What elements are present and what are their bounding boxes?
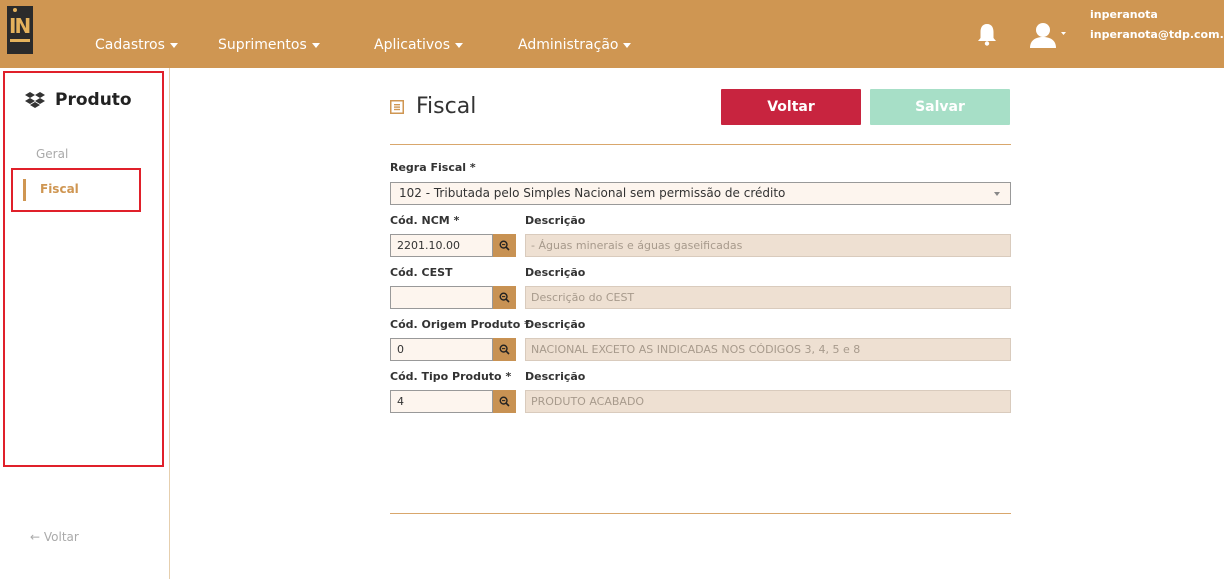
ncm-label: Cód. NCM *: [390, 214, 460, 227]
nav-cadastros[interactable]: Cadastros: [95, 37, 178, 53]
save-button[interactable]: Salvar: [870, 89, 1010, 125]
page-title: Fiscal: [390, 94, 476, 119]
page-title-text: Fiscal: [416, 94, 477, 119]
divider-top: [390, 144, 1011, 145]
sidebar-title: Produto: [25, 90, 132, 110]
logo-dot: [13, 8, 17, 12]
app-logo[interactable]: IN: [7, 6, 33, 54]
nav-suprimentos[interactable]: Suprimentos: [218, 37, 320, 53]
sidebar-back-link[interactable]: ← Voltar: [30, 530, 79, 544]
chevron-down-icon: [455, 42, 464, 48]
dropbox-icon: [25, 92, 45, 108]
origem-desc-label: Descrição: [525, 318, 586, 331]
nav-administracao-label: Administração: [518, 37, 619, 53]
user-name: inperanota: [1090, 8, 1158, 21]
sidebar: Produto Geral Fiscal ← Voltar: [0, 68, 170, 579]
nav-administracao[interactable]: Administração: [518, 37, 632, 53]
chevron-down-icon: [169, 42, 178, 48]
sidebar-title-label: Produto: [55, 90, 132, 110]
search-icon: [499, 292, 510, 303]
cest-label: Cód. CEST: [390, 266, 453, 279]
search-icon: [499, 344, 510, 355]
origem-description: NACIONAL EXCETO AS INDICADAS NOS CÓDIGOS…: [525, 338, 1011, 361]
divider-bottom: [390, 513, 1011, 514]
active-indicator: [23, 179, 26, 201]
regra-fiscal-value: 102 - Tributada pelo Simples Nacional se…: [399, 186, 786, 200]
chevron-down-icon: [623, 42, 632, 48]
regra-fiscal-select[interactable]: 102 - Tributada pelo Simples Nacional se…: [390, 182, 1011, 205]
ncm-search-button[interactable]: [493, 234, 516, 257]
regra-fiscal-label: Regra Fiscal *: [390, 161, 476, 174]
ncm-desc-label: Descrição: [525, 214, 586, 227]
nav-suprimentos-label: Suprimentos: [218, 37, 307, 53]
logo-text: IN: [9, 14, 31, 38]
tipo-label: Cód. Tipo Produto *: [390, 370, 512, 383]
back-button[interactable]: Voltar: [721, 89, 861, 125]
user-icon[interactable]: [1030, 22, 1066, 48]
nav-aplicativos[interactable]: Aplicativos: [374, 37, 464, 53]
chevron-down-icon: [994, 192, 1000, 196]
sidebar-item-geral[interactable]: Geral: [36, 147, 68, 161]
sidebar-highlight-outline: [3, 71, 164, 467]
cest-description: Descrição do CEST: [525, 286, 1011, 309]
tipo-search-button[interactable]: [493, 390, 516, 413]
search-icon: [499, 240, 510, 251]
ncm-description: - Águas minerais e águas gaseificadas: [525, 234, 1011, 257]
tipo-desc-label: Descrição: [525, 370, 586, 383]
chevron-down-icon: [311, 42, 320, 48]
top-navbar: IN Cadastros Suprimentos Aplicativos Adm…: [0, 0, 1224, 68]
nav-cadastros-label: Cadastros: [95, 37, 165, 53]
origem-input[interactable]: 0: [390, 338, 493, 361]
document-icon: [390, 99, 404, 114]
cest-search-button[interactable]: [493, 286, 516, 309]
sidebar-item-fiscal-label: Fiscal: [40, 182, 79, 196]
cest-desc-label: Descrição: [525, 266, 586, 279]
user-email: inperanota@tdp.com.br: [1090, 28, 1224, 41]
sidebar-item-fiscal[interactable]: Fiscal: [11, 168, 141, 212]
nav-aplicativos-label: Aplicativos: [374, 37, 451, 53]
ncm-input[interactable]: 2201.10.00: [390, 234, 493, 257]
search-icon: [499, 396, 510, 407]
origem-search-button[interactable]: [493, 338, 516, 361]
bell-icon[interactable]: [976, 22, 998, 46]
cest-input[interactable]: [390, 286, 493, 309]
tipo-description: PRODUTO ACABADO: [525, 390, 1011, 413]
logo-underline: [10, 39, 30, 42]
origem-label: Cód. Origem Produto *: [390, 318, 530, 331]
tipo-input[interactable]: 4: [390, 390, 493, 413]
